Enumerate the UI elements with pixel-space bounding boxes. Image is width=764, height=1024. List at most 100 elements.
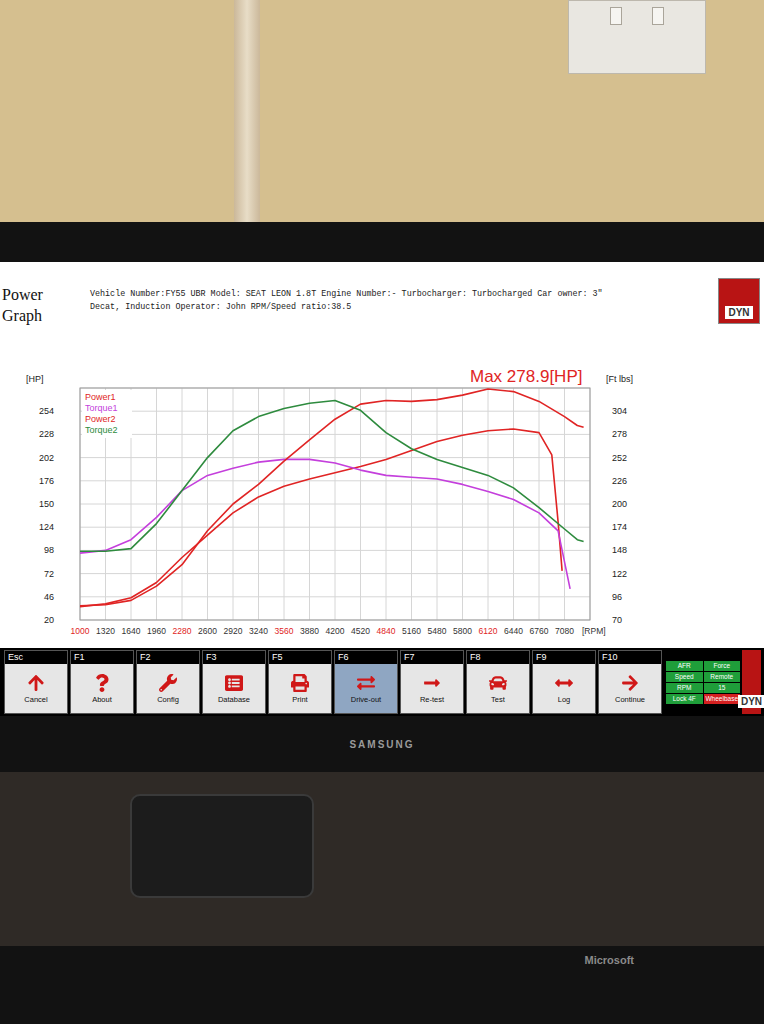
key-body: Database xyxy=(203,664,265,713)
key-code: F8 xyxy=(467,651,529,664)
status-indicator: Force xyxy=(704,661,741,671)
key-body: Continue xyxy=(599,664,661,713)
grid xyxy=(80,388,590,620)
photo: Power Graph Vehicle Number:FY55 UBR Model… xyxy=(0,0,764,1024)
left-axis-tick: 176 xyxy=(39,476,54,486)
right-axis-tick: 252 xyxy=(612,453,627,463)
status-indicator: Remote xyxy=(704,672,741,682)
x-axis-tick: 1960 xyxy=(147,626,166,636)
left-axis-tick: 150 xyxy=(39,499,54,509)
key-body: Print xyxy=(269,664,331,713)
screen: Power Graph Vehicle Number:FY55 UBR Model… xyxy=(0,262,764,716)
keyboard: Microsoft xyxy=(0,946,764,1024)
x-axis-tick: 7080 xyxy=(555,626,574,636)
x-axis-tick: 1000 xyxy=(71,626,90,636)
left-axis-unit: [HP] xyxy=(26,374,44,384)
key-caption: About xyxy=(92,695,112,704)
legend-item: Power2 xyxy=(85,414,116,424)
key-code: F1 xyxy=(71,651,133,664)
x-axis-tick: 5160 xyxy=(402,626,421,636)
key-body: About xyxy=(71,664,133,713)
keyboard-brand: Microsoft xyxy=(585,954,635,966)
double-arrow-icon xyxy=(555,674,573,692)
legend-item: Power1 xyxy=(85,392,116,402)
right-axis-tick: 122 xyxy=(612,569,627,579)
dyno-logo: DYN xyxy=(718,278,760,324)
x-axis-tick: 1640 xyxy=(122,626,141,636)
key-body: Cancel xyxy=(5,664,67,713)
power-socket xyxy=(568,0,706,74)
function-key[interactable]: F6Drive-out xyxy=(334,650,398,714)
x-axis-tick: 4200 xyxy=(326,626,345,636)
key-body: Drive-out xyxy=(335,664,397,713)
socket-switch xyxy=(652,7,664,25)
right-axis-unit: [Ft lbs] xyxy=(606,374,633,384)
key-caption: Config xyxy=(157,695,179,704)
question-icon xyxy=(93,674,111,692)
function-key[interactable]: F2 Config xyxy=(136,650,200,714)
left-axis-tick: 228 xyxy=(39,429,54,439)
drive-out-icon xyxy=(357,674,375,692)
arrow-right-icon xyxy=(621,674,639,692)
left-axis-tick: 46 xyxy=(44,592,54,602)
right-axis-tick: 304 xyxy=(612,406,627,416)
left-axis-tick: 254 xyxy=(39,406,54,416)
function-key[interactable]: F7 Re-test xyxy=(400,650,464,714)
key-code: F7 xyxy=(401,651,463,664)
key-body: Test xyxy=(467,664,529,713)
graph-header: Power Graph Vehicle Number:FY55 UBR Model… xyxy=(0,262,764,358)
key-code: F2 xyxy=(137,651,199,664)
function-key[interactable]: F9Log xyxy=(532,650,596,714)
right-axis-tick: 70 xyxy=(612,615,622,625)
x-axis-tick: 3240 xyxy=(249,626,268,636)
key-code: F5 xyxy=(269,651,331,664)
right-axis-tick: 226 xyxy=(612,476,627,486)
x-axis-tick: 6440 xyxy=(504,626,523,636)
status-indicator: Lock 4F xyxy=(666,694,703,704)
status-indicator: Wheelbase xyxy=(704,694,741,704)
function-key[interactable]: F1 About xyxy=(70,650,134,714)
x-axis-tick: 5480 xyxy=(428,626,447,636)
left-axis-tick: 124 xyxy=(39,522,54,532)
right-axis-tick: 200 xyxy=(612,499,627,509)
monitor-brand: SAMSUNG xyxy=(349,739,414,750)
x-axis-tick: 2280 xyxy=(173,626,192,636)
key-body: Config xyxy=(137,664,199,713)
key-body: Log xyxy=(533,664,595,713)
right-axis-tick: 278 xyxy=(612,429,627,439)
car-icon xyxy=(489,674,507,692)
function-key[interactable]: F8 Test xyxy=(466,650,530,714)
arrow-up-icon xyxy=(27,674,45,692)
info-line: Decat, Induction Operator: John RPM/Spee… xyxy=(90,301,714,314)
desk: Microsoft xyxy=(0,772,764,1024)
key-code: F9 xyxy=(533,651,595,664)
x-axis-tick: 6760 xyxy=(530,626,549,636)
wall xyxy=(0,0,764,222)
info-line: Vehicle Number:FY55 UBR Model: SEAT LEON… xyxy=(90,288,714,301)
status-indicator: AFR xyxy=(666,661,703,671)
wrench-icon xyxy=(159,674,177,692)
left-axis-tick: 72 xyxy=(44,569,54,579)
status-indicator: RPM xyxy=(666,683,703,693)
graph-title: Power Graph xyxy=(0,284,62,326)
max-annotation: Max 278.9[HP] xyxy=(470,367,582,386)
function-key[interactable]: EscCancel xyxy=(4,650,68,714)
x-axis-tick: 4520 xyxy=(351,626,370,636)
function-key[interactable]: F3Database xyxy=(202,650,266,714)
key-code: F3 xyxy=(203,651,265,664)
x-axis-tick: 3560 xyxy=(275,626,294,636)
key-caption: Test xyxy=(491,695,505,704)
toolbar-logo: DYN xyxy=(742,650,761,714)
function-key[interactable]: F10Continue xyxy=(598,650,662,714)
function-key[interactable]: F5Print xyxy=(268,650,332,714)
key-caption: Cancel xyxy=(24,695,47,704)
key-caption: Re-test xyxy=(420,695,444,704)
series-line xyxy=(80,429,562,607)
key-caption: Drive-out xyxy=(351,695,381,704)
status-indicators: AFRForceSpeedRemoteRPM15Lock 4FWheelbase xyxy=(666,650,740,714)
legend-item: Torque2 xyxy=(85,425,118,435)
monitor-bezel: SAMSUNG xyxy=(0,716,764,772)
x-axis-unit: [RPM] xyxy=(582,626,606,636)
x-axis-tick: 6120 xyxy=(479,626,498,636)
right-axis-tick: 96 xyxy=(612,592,622,602)
